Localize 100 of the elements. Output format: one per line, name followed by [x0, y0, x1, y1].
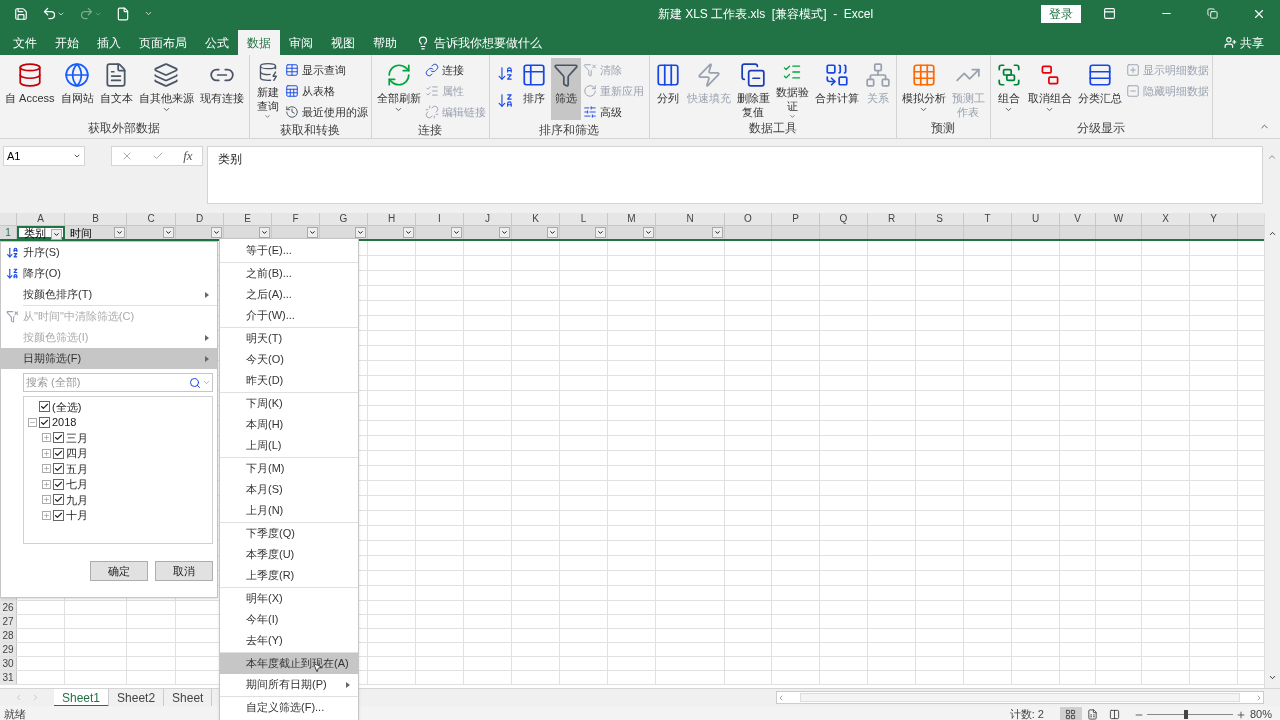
- filter-dropdown-button[interactable]: [712, 227, 723, 238]
- menu-item[interactable]: 按颜色排序(T): [1, 284, 217, 305]
- menu-item[interactable]: 日期筛选(F): [1, 348, 217, 369]
- filter-dropdown-button[interactable]: [499, 227, 510, 238]
- ribbon-button[interactable]: 连接: [424, 60, 486, 80]
- tree-item[interactable]: 五月: [66, 460, 88, 477]
- ribbon-button[interactable]: 全部刷新: [374, 58, 423, 120]
- column-header[interactable]: H: [368, 213, 416, 225]
- ribbon-tab[interactable]: 开始: [46, 30, 88, 55]
- caret-icon[interactable]: [73, 152, 81, 160]
- cancel-button[interactable]: 取消: [155, 561, 213, 581]
- menu-item[interactable]: 介于(W)...: [220, 305, 358, 326]
- column-header[interactable]: O: [725, 213, 772, 225]
- zoom-slider[interactable]: [1146, 710, 1233, 719]
- ribbon-button[interactable]: 排序: [518, 58, 549, 120]
- tell-me-field[interactable]: 告诉我你想要做什么: [434, 33, 542, 52]
- ok-button[interactable]: 确定: [90, 561, 148, 581]
- checkbox[interactable]: [39, 416, 50, 428]
- slider-thumb[interactable]: [1183, 710, 1188, 719]
- ribbon-tab[interactable]: 公式: [196, 30, 238, 55]
- scroll-up-icon[interactable]: [1268, 229, 1277, 238]
- checkbox[interactable]: [53, 447, 64, 459]
- menu-item[interactable]: 下季度(Q): [220, 523, 358, 544]
- menu-item[interactable]: 本季度(U): [220, 544, 358, 565]
- menu-item[interactable]: 自定义筛选(F)...: [220, 697, 358, 718]
- horizontal-scrollbar[interactable]: [776, 691, 1264, 704]
- ribbon-button[interactable]: 数据验证: [773, 58, 811, 120]
- column-header[interactable]: I: [416, 213, 464, 225]
- filter-dropdown-button[interactable]: [595, 227, 606, 238]
- ribbon-button[interactable]: 筛选: [550, 58, 581, 120]
- ribbon-button[interactable]: 自 Access: [3, 58, 57, 120]
- scroll-right-icon[interactable]: [1255, 693, 1263, 702]
- view-button[interactable]: [1059, 707, 1082, 720]
- menu-item[interactable]: 上季度(R): [220, 565, 358, 586]
- ribbon-tab[interactable]: 视图: [322, 30, 364, 55]
- save-icon[interactable]: [14, 6, 28, 21]
- column-header[interactable]: U: [1012, 213, 1060, 225]
- menu-item[interactable]: 上周(L): [220, 435, 358, 456]
- menu-item[interactable]: 明年(X): [220, 588, 358, 609]
- column-header[interactable]: D: [176, 213, 224, 225]
- scroll-down-icon[interactable]: [1268, 673, 1277, 682]
- sheet-tab[interactable]: Sheet1: [54, 688, 110, 707]
- checkbox[interactable]: [53, 509, 64, 521]
- insert-function-button[interactable]: fx: [183, 146, 193, 166]
- sign-in-button[interactable]: 登录: [1041, 4, 1081, 23]
- menu-item[interactable]: 今年(I): [220, 609, 358, 630]
- column-header[interactable]: E: [224, 213, 272, 225]
- ribbon-button[interactable]: 模拟分析: [899, 58, 948, 120]
- menu-item[interactable]: 今天(O): [220, 349, 358, 370]
- ribbon-button[interactable]: 合并计算: [812, 58, 861, 120]
- menu-item[interactable]: 下月(M): [220, 458, 358, 479]
- menu-item[interactable]: 降序(O): [1, 263, 217, 284]
- menu-item[interactable]: 本月(S): [220, 479, 358, 500]
- checkbox[interactable]: [39, 401, 50, 413]
- filter-dropdown-button[interactable]: [307, 227, 318, 238]
- ribbon-tab[interactable]: 插入: [88, 30, 130, 55]
- zoom-in-icon[interactable]: [1235, 709, 1246, 720]
- menu-item[interactable]: 升序(S): [1, 242, 217, 263]
- ribbon-tab[interactable]: 页面布局: [130, 30, 196, 55]
- filter-dropdown-button[interactable]: [51, 229, 62, 240]
- ribbon-button[interactable]: 删除重复值: [734, 58, 772, 120]
- column-header[interactable]: K: [512, 213, 560, 225]
- enter-icon[interactable]: [152, 150, 165, 162]
- column-header[interactable]: Q: [820, 213, 868, 225]
- column-header[interactable]: A: [17, 213, 65, 225]
- ribbon-button[interactable]: 高级: [582, 102, 644, 122]
- ribbon-button[interactable]: 组合: [993, 58, 1024, 120]
- filter-dropdown-button[interactable]: [643, 227, 654, 238]
- column-header[interactable]: L: [560, 213, 608, 225]
- ribbon-button[interactable]: 新建查询: [252, 58, 283, 120]
- column-header[interactable]: V: [1060, 213, 1096, 225]
- checkbox[interactable]: [53, 478, 64, 490]
- menu-item[interactable]: 期间所有日期(P): [220, 674, 358, 695]
- column-header[interactable]: N: [656, 213, 725, 225]
- checkbox[interactable]: [53, 432, 64, 444]
- tree-item[interactable]: (全选): [52, 398, 82, 415]
- ribbon-display-icon[interactable]: [1103, 7, 1116, 20]
- column-header[interactable]: P: [772, 213, 820, 225]
- ribbon-button[interactable]: 取消组合: [1025, 58, 1074, 120]
- ribbon-tab[interactable]: 文件: [4, 30, 46, 55]
- menu-item[interactable]: 之前(B)...: [220, 263, 358, 284]
- restore-icon[interactable]: [1207, 8, 1218, 19]
- filter-dropdown-button[interactable]: [547, 227, 558, 238]
- column-header[interactable]: T: [964, 213, 1012, 225]
- menu-item[interactable]: 下周(K): [220, 393, 358, 414]
- tree-item[interactable]: 三月: [66, 429, 88, 446]
- checkbox[interactable]: [53, 463, 64, 475]
- tree-item[interactable]: 四月: [66, 445, 88, 462]
- tree-item[interactable]: 七月: [66, 476, 88, 493]
- column-header[interactable]: R: [868, 213, 916, 225]
- column-header[interactable]: S: [916, 213, 964, 225]
- ribbon-button[interactable]: 自网站: [58, 58, 96, 120]
- column-header[interactable]: Y: [1190, 213, 1238, 225]
- checkbox[interactable]: [53, 494, 64, 506]
- column-header[interactable]: X: [1142, 213, 1190, 225]
- menu-item[interactable]: 本周(H): [220, 414, 358, 435]
- filter-dropdown-button[interactable]: [259, 227, 270, 238]
- vertical-scrollbar[interactable]: [1264, 213, 1280, 688]
- tree-item[interactable]: 十月: [66, 507, 88, 524]
- column-header[interactable]: W: [1096, 213, 1142, 225]
